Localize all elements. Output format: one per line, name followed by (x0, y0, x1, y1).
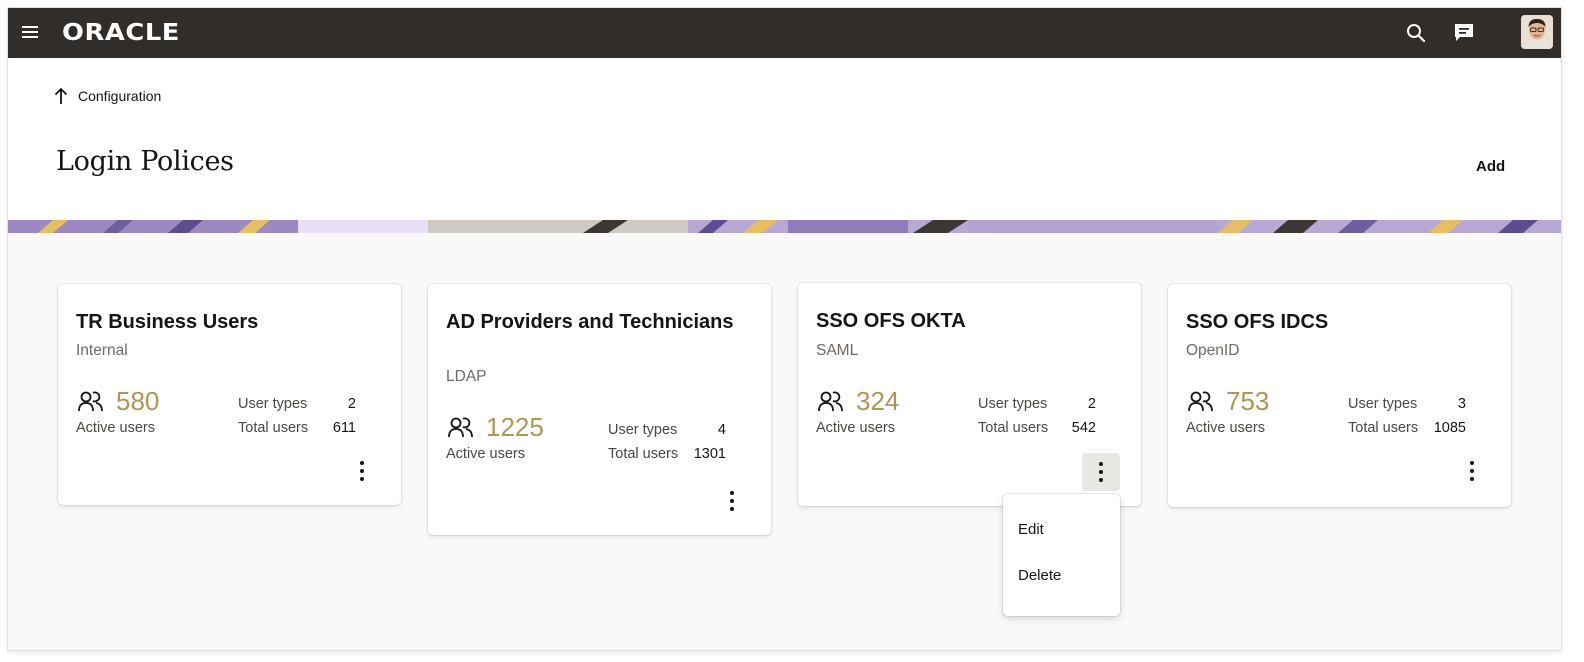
card-type: OpenID (1186, 342, 1240, 359)
user-types-label: User types (238, 396, 308, 412)
card-title: SSO OFS IDCS (1186, 311, 1329, 333)
user-types-value: 3 (1457, 396, 1466, 412)
more-options-button[interactable] (343, 452, 381, 490)
active-users-count: 324 (856, 386, 900, 416)
more-options-button[interactable] (1082, 453, 1120, 491)
active-users-count: 580 (116, 386, 160, 416)
app-window: ORACLE Configuration Login Polices Add T… (8, 8, 1561, 650)
more-options-button[interactable] (1453, 452, 1491, 490)
active-users-label: Active users (76, 420, 155, 436)
card-title: AD Providers and Technicians (446, 311, 734, 333)
card-stats: 580 Active users User types 2 Total user… (76, 386, 376, 438)
card-title: SSO OFS OKTA (816, 310, 966, 332)
total-users-value: 542 (1071, 420, 1096, 436)
active-users-count: 1225 (486, 412, 544, 442)
users-icon (1188, 391, 1213, 412)
user-types-value: 2 (1087, 396, 1096, 412)
active-users-label: Active users (816, 420, 895, 436)
card-stats: 753 Active users User types 3 Total user… (1186, 386, 1486, 438)
total-users-label: Total users (238, 420, 309, 436)
active-users-count: 753 (1226, 386, 1270, 416)
users-icon (818, 391, 843, 412)
menu-item-edit[interactable]: Edit (1018, 521, 1044, 538)
card-stats: 1225 Active users User types 4 Total use… (446, 412, 746, 464)
policy-card[interactable]: SSO OFS OKTA SAML 324 Active users User … (798, 283, 1141, 506)
user-types-label: User types (1348, 396, 1418, 412)
total-users-value: 1301 (693, 446, 726, 462)
oracle-logo: ORACLE (62, 20, 180, 46)
search-icon[interactable] (1403, 20, 1429, 46)
policy-card[interactable]: TR Business Users Internal 580 Active us… (58, 284, 401, 505)
card-type: LDAP (446, 368, 487, 385)
card-context-menu: Edit Delete (1003, 494, 1120, 616)
more-options-button[interactable] (713, 482, 751, 520)
menu-item-delete[interactable]: Delete (1018, 567, 1061, 584)
page-title: Login Polices (56, 146, 234, 177)
card-type: Internal (76, 342, 128, 359)
total-users-value: 611 (332, 420, 356, 436)
users-icon (78, 391, 103, 412)
active-users-label: Active users (446, 446, 525, 462)
top-bar: ORACLE (8, 8, 1561, 58)
policy-card[interactable]: AD Providers and Technicians LDAP 1225 A… (428, 284, 771, 535)
users-icon (448, 417, 473, 438)
total-users-label: Total users (978, 420, 1049, 436)
page-header: Configuration Login Polices Add (8, 58, 1561, 220)
avatar[interactable] (1521, 15, 1553, 49)
card-title: TR Business Users (76, 311, 259, 333)
back-link[interactable]: Configuration (54, 87, 161, 105)
user-types-label: User types (608, 422, 678, 438)
user-types-value: 4 (717, 422, 726, 438)
card-stats: 324 Active users User types 2 Total user… (816, 386, 1116, 438)
menu-icon[interactable] (22, 25, 40, 39)
user-types-label: User types (978, 396, 1048, 412)
total-users-label: Total users (608, 446, 679, 462)
add-button[interactable]: Add (1476, 158, 1505, 175)
active-users-label: Active users (1186, 420, 1265, 436)
total-users-value: 1085 (1433, 420, 1466, 436)
policy-card[interactable]: SSO OFS IDCS OpenID 753 Active users Use… (1168, 284, 1511, 507)
total-users-label: Total users (1348, 420, 1419, 436)
user-types-value: 2 (347, 396, 356, 412)
chat-icon[interactable] (1451, 20, 1477, 46)
back-link-label: Configuration (78, 88, 162, 104)
decorative-banner (8, 220, 1561, 233)
arrow-up-icon (54, 87, 68, 104)
card-type: SAML (816, 342, 859, 359)
